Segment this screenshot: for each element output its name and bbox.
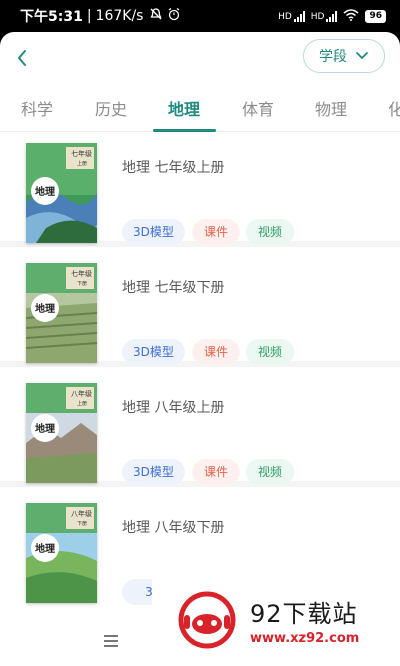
cover-subject: 地理 (35, 187, 55, 198)
menu-icon[interactable] (103, 634, 119, 648)
tab-physics[interactable]: 物理 (315, 96, 347, 120)
watermark: 92下载站 www.xz92.com (152, 574, 400, 666)
3d-model-chip[interactable]: 3D模型 (122, 339, 185, 365)
cover-subject: 地理 (35, 424, 55, 435)
cover-subject: 地理 (35, 544, 55, 555)
signal-2-icon: HD (311, 10, 338, 22)
tab-chemistry[interactable]: 化 (388, 96, 400, 120)
book-title[interactable]: 地理 七年级下册 (122, 277, 224, 297)
network-speed: 167K/s (95, 8, 144, 24)
alarm-icon (167, 7, 181, 25)
app-screen: 学段 科学 历史 地理 体育 物理 化 七年级 上册 地理 地理 七年级上册 3… (0, 32, 400, 666)
watermark-url: www.xz92.com (250, 631, 360, 646)
book-card-1[interactable]: 七年级 上册 地理 地理 七年级上册 3D模型 课件 视频 (0, 133, 400, 247)
cover-grade: 七年级 (71, 270, 92, 278)
grade-dropdown[interactable]: 学段 (303, 39, 385, 73)
tab-history[interactable]: 历史 (95, 96, 127, 120)
3d-model-chip[interactable]: 3D模型 (122, 459, 185, 485)
chevron-down-icon (356, 52, 368, 59)
watermark-title: 92下载站 (250, 600, 358, 628)
subject-tabs: 科学 历史 地理 体育 物理 化 (0, 86, 400, 132)
book-cover[interactable]: 八年级 下册 地理 (26, 503, 97, 603)
courseware-chip[interactable]: 课件 (192, 339, 240, 365)
battery-icon: 96 (365, 9, 386, 23)
book-title[interactable]: 地理 七年级上册 (122, 157, 224, 177)
book-cover[interactable]: 八年级 上册 地理 (26, 383, 97, 483)
courseware-chip[interactable]: 课件 (192, 459, 240, 485)
video-chip[interactable]: 视频 (246, 459, 294, 485)
book-card-2[interactable]: 七年级 下册 地理 地理 七年级下册 3D模型 课件 视频 (0, 253, 400, 367)
video-chip[interactable]: 视频 (246, 219, 294, 245)
mute-icon (149, 7, 163, 25)
video-chip[interactable]: 视频 (246, 339, 294, 365)
back-button[interactable] (10, 46, 34, 70)
watermark-logo-icon (178, 591, 236, 649)
cover-subject: 地理 (35, 304, 55, 315)
cover-grade: 七年级 (71, 150, 92, 158)
cover-term: 上册 (77, 401, 88, 407)
chevron-left-icon (18, 50, 26, 66)
active-tab-indicator (153, 129, 216, 132)
book-cover[interactable]: 七年级 下册 地理 (26, 263, 97, 363)
cover-grade: 八年级 (71, 390, 92, 398)
book-title[interactable]: 地理 八年级上册 (122, 397, 224, 417)
tab-geography[interactable]: 地理 (168, 96, 200, 120)
grade-label: 学段 (319, 49, 347, 65)
cover-term: 下册 (77, 281, 88, 287)
book-card-3[interactable]: 八年级 上册 地理 地理 八年级上册 3D模型 课件 视频 (0, 373, 400, 487)
cover-term: 下册 (77, 521, 88, 527)
wifi-icon (343, 8, 359, 24)
status-bar: 下午5:31 | 167K/s HD HD 96 (0, 0, 400, 32)
tab-science[interactable]: 科学 (21, 96, 53, 120)
signal-1-icon: HD (278, 10, 305, 22)
3d-model-chip[interactable]: 3D模型 (122, 219, 185, 245)
courseware-chip[interactable]: 课件 (192, 219, 240, 245)
status-time: 下午5:31 (20, 9, 83, 25)
cover-grade: 八年级 (71, 510, 92, 518)
book-title[interactable]: 地理 八年级下册 (122, 517, 224, 537)
tab-pe[interactable]: 体育 (242, 96, 274, 120)
cover-term: 上册 (77, 161, 88, 167)
book-cover[interactable]: 七年级 上册 地理 (26, 143, 97, 243)
